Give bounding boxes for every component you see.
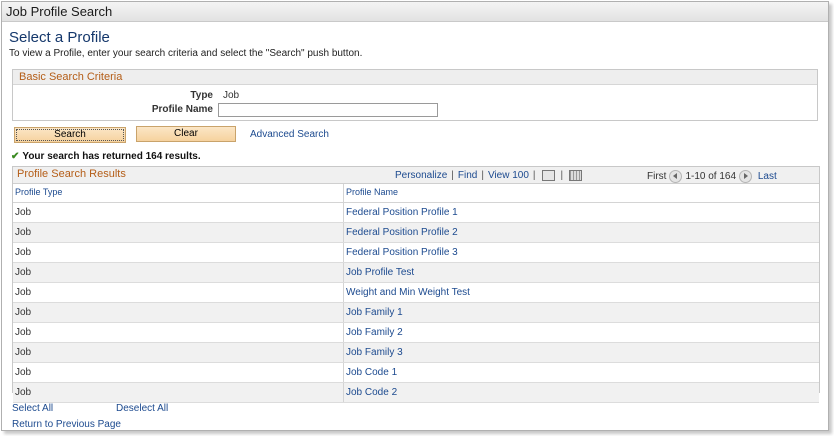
table-row: Job Federal Position Profile 2 [13, 223, 819, 243]
title-bar: Job Profile Search [2, 2, 828, 22]
results-rows: Job Federal Position Profile 1 Job Federal … [13, 203, 819, 403]
advanced-search-link[interactable]: Advanced Search [250, 129, 329, 140]
grid-nav-links: Personalize | Find | View 100 | | [395, 170, 584, 181]
last-link[interactable]: Last [758, 171, 777, 182]
table-row: Job Job Family 3 [13, 343, 819, 363]
profile-name-link[interactable]: Federal Position Profile 3 [346, 247, 458, 258]
profile-name-input[interactable] [218, 103, 438, 117]
window-title: Job Profile Search [6, 4, 113, 19]
type-label: Type [190, 90, 213, 101]
table-row: Job Federal Position Profile 1 [13, 203, 819, 223]
criteria-header: Basic Search Criteria [13, 70, 817, 85]
column-header-profile-name[interactable]: Profile Name [346, 187, 398, 197]
profile-name-label: Profile Name [151, 104, 213, 115]
next-icon[interactable] [739, 170, 753, 183]
profile-type-cell: Job [15, 347, 32, 358]
profile-name-link[interactable]: Federal Position Profile 1 [346, 207, 458, 218]
search-button[interactable]: Search [14, 127, 126, 143]
profile-type-cell: Job [15, 267, 32, 278]
results-status-text: Your search has returned 164 results. [22, 151, 201, 162]
table-row: Job Federal Position Profile 3 [13, 243, 819, 263]
basic-search-criteria-panel: Basic Search Criteria Type Job Profile N… [12, 69, 818, 121]
pager: First 1-10 of 164 Last [647, 170, 777, 183]
profile-search-results-grid: Profile Search Results Personalize | Find |… [12, 166, 820, 403]
table-row: Job Job Family 1 [13, 303, 819, 323]
profile-type-cell: Job [15, 327, 32, 338]
profile-type-cell: Job [15, 387, 32, 398]
view-100-link[interactable]: View 100 [488, 170, 529, 181]
checkmark-icon: ✔ [11, 151, 20, 162]
table-row: Job Job Code 1 [13, 363, 819, 383]
personalize-link[interactable]: Personalize [395, 170, 447, 181]
profile-name-link[interactable]: Job Code 1 [346, 367, 397, 378]
profile-type-cell: Job [15, 247, 32, 258]
select-all-link[interactable]: Select All [12, 403, 53, 414]
profile-name-link[interactable]: Job Family 1 [346, 307, 403, 318]
profile-name-link[interactable]: Weight and Min Weight Test [346, 287, 470, 298]
column-header-row: Profile Type Profile Name [13, 184, 819, 203]
profile-name-link[interactable]: Job Family 3 [346, 347, 403, 358]
profile-name-link[interactable]: Job Profile Test [346, 267, 414, 278]
find-link[interactable]: Find [458, 170, 477, 181]
table-row: Job Job Family 2 [13, 323, 819, 343]
profile-name-link[interactable]: Federal Position Profile 2 [346, 227, 458, 238]
grid-title: Profile Search Results [17, 168, 126, 180]
column-header-profile-type[interactable]: Profile Type [15, 187, 62, 197]
page-instructions: To view a Profile, enter your search cri… [9, 48, 363, 59]
table-row: Job Weight and Min Weight Test [13, 283, 819, 303]
range-text: 1-10 of 164 [685, 171, 737, 183]
new-window-icon[interactable] [541, 170, 555, 181]
profile-type-cell: Job [15, 287, 32, 298]
download-grid-icon[interactable] [569, 170, 583, 181]
profile-name-link[interactable]: Job Family 2 [346, 327, 403, 338]
profile-type-cell: Job [15, 307, 32, 318]
app-frame: Job Profile Search Select a Profile To v… [1, 1, 829, 431]
profile-type-cell: Job [15, 207, 32, 218]
grid-toolbar: Profile Search Results Personalize | Find |… [13, 167, 819, 184]
clear-button[interactable]: Clear [136, 126, 236, 142]
previous-icon[interactable] [669, 170, 683, 183]
profile-name-link[interactable]: Job Code 2 [346, 387, 397, 398]
table-row: Job Job Code 2 [13, 383, 819, 403]
return-to-previous-page-link[interactable]: Return to Previous Page [12, 419, 121, 430]
type-value: Job [223, 90, 240, 101]
profile-type-cell: Job [15, 227, 32, 238]
deselect-all-link[interactable]: Deselect All [116, 403, 168, 414]
profile-type-cell: Job [15, 367, 32, 378]
page-title: Select a Profile [9, 29, 110, 46]
results-status: ✔ Your search has returned 164 results. [11, 151, 201, 162]
first-label: First [647, 171, 667, 183]
table-row: Job Job Profile Test [13, 263, 819, 283]
